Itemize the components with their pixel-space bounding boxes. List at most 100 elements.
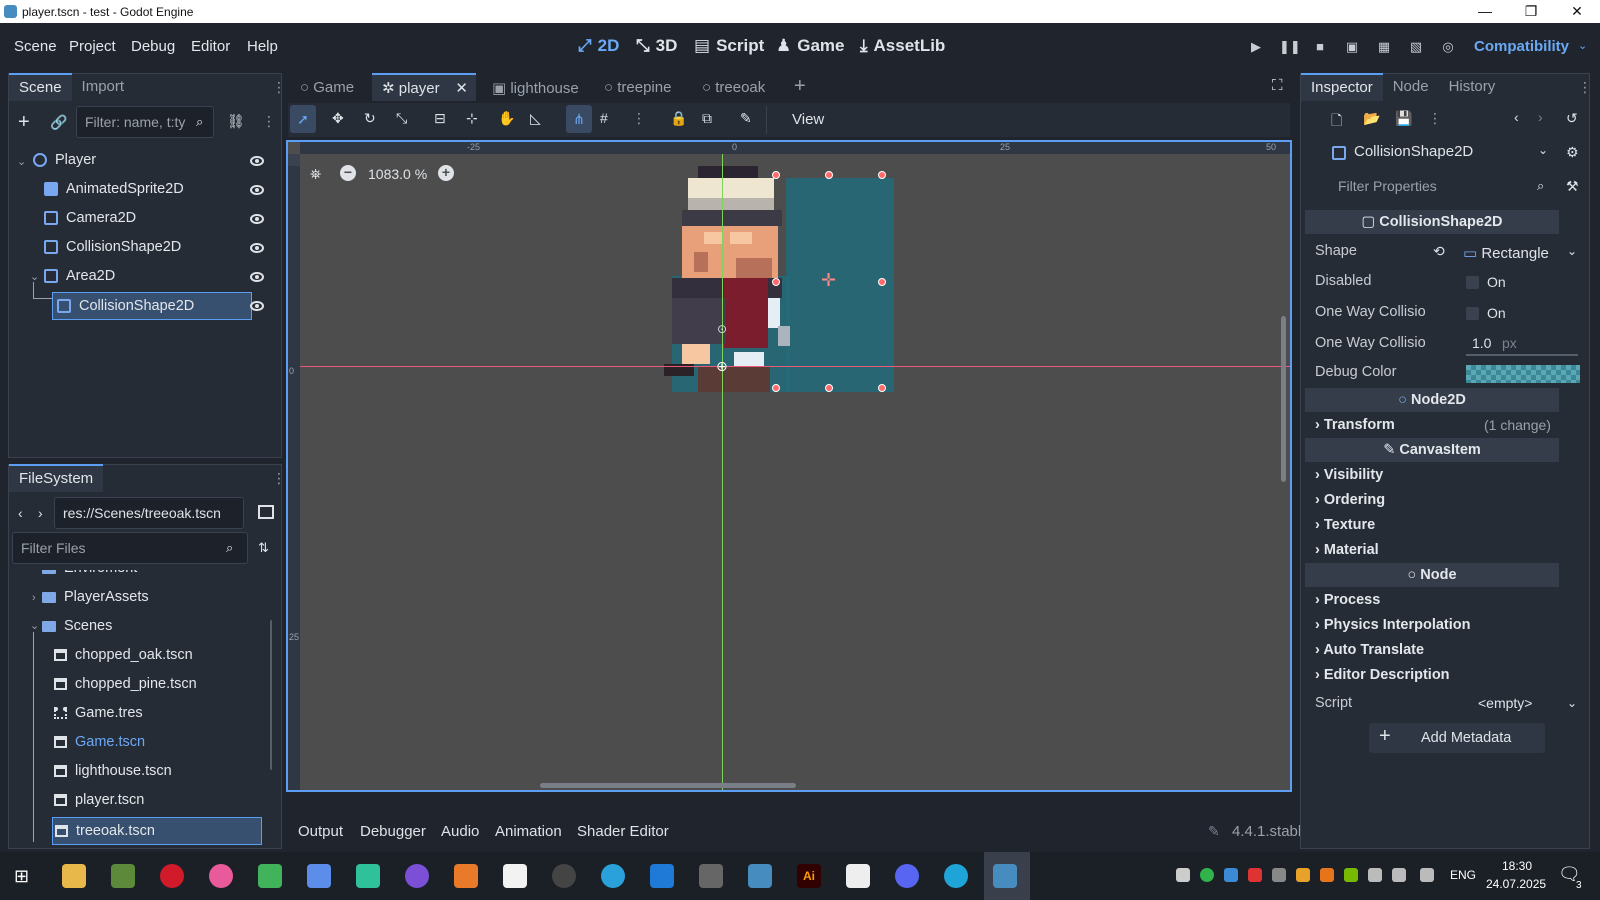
node-settings-icon[interactable]: ⚙ (1566, 144, 1579, 161)
tree-node-player[interactable]: Player (33, 146, 96, 174)
tab-debugger[interactable]: Debugger (360, 823, 426, 840)
save-resource-icon[interactable]: 💾 (1395, 110, 1412, 127)
krita-icon[interactable] (307, 864, 331, 888)
reset-icon[interactable]: ⟲ (1433, 243, 1445, 260)
grid-snap-icon[interactable]: # (600, 110, 608, 126)
discord-tray-icon[interactable] (1176, 868, 1190, 882)
minecraft-icon[interactable] (111, 864, 135, 888)
resize-handle[interactable] (878, 384, 886, 392)
app-icon[interactable] (209, 864, 233, 888)
qt-icon[interactable] (258, 864, 282, 888)
rotate-tool-icon[interactable]: ↻ (364, 110, 376, 127)
group-icon[interactable]: ⧉ (702, 110, 712, 127)
tree-node-collisionshape2d[interactable]: CollisionShape2D (44, 233, 181, 261)
nvidia-tray-icon[interactable] (1200, 868, 1214, 882)
discord-icon[interactable] (895, 864, 919, 888)
file-treeoak-selected[interactable]: treeoak.tscn (52, 817, 262, 845)
tree-node-camera2d[interactable]: Camera2D (44, 204, 136, 232)
scene-menu-icon[interactable]: ⋮ (262, 113, 276, 130)
margin-slider[interactable] (1466, 354, 1578, 356)
player-sprite[interactable] (664, 166, 790, 392)
resize-handle[interactable] (878, 278, 886, 286)
zoom-in-icon[interactable]: + (438, 165, 454, 181)
tray-icon[interactable] (1320, 868, 1334, 882)
file-filter-input[interactable]: Filter Files (12, 532, 248, 564)
folder-enviroment[interactable]: Enviroment (42, 570, 137, 582)
file-chopped-oak[interactable]: chopped_oak.tscn (54, 641, 193, 669)
viber-icon[interactable] (405, 864, 429, 888)
tab-player[interactable]: ✲ player ✕ (372, 73, 476, 101)
play-custom-scene-icon[interactable]: ▧ (1407, 38, 1425, 56)
selected-node-field[interactable]: CollisionShape2D ⌄ (1330, 140, 1570, 164)
split-view-icon[interactable] (258, 505, 274, 519)
minimize-button[interactable]: — (1462, 0, 1508, 23)
blender-icon[interactable] (454, 864, 478, 888)
tab-lighthouse[interactable]: ▣ lighthouse (492, 79, 579, 97)
area-collision-shape[interactable] (786, 178, 894, 392)
open-resource-icon[interactable]: 📂 (1363, 110, 1380, 127)
tree-node-area2d[interactable]: Area2D (44, 262, 115, 290)
obs-icon[interactable] (552, 864, 576, 888)
dock-menu-icon[interactable]: ⋮ (1578, 79, 1592, 96)
renderer-select[interactable]: Compatibility (1474, 38, 1569, 55)
resize-handle[interactable] (772, 171, 780, 179)
link-icon[interactable]: 🔗 (50, 114, 67, 131)
resize-handle[interactable] (825, 171, 833, 179)
resize-handle[interactable] (825, 384, 833, 392)
history-forward-icon[interactable]: › (1538, 109, 1543, 125)
group-process[interactable]: › Process (1315, 592, 1380, 608)
eye-icon[interactable] (250, 185, 264, 195)
zoom-level[interactable]: 1083.0 % (368, 166, 427, 182)
workspace-game[interactable]: ♟ Game (776, 36, 845, 56)
tree-node-collisionshape2d-selected[interactable]: CollisionShape2D (52, 292, 252, 320)
resize-handle[interactable] (878, 171, 886, 179)
tab-audio[interactable]: Audio (441, 823, 479, 840)
github-desktop-icon[interactable] (356, 864, 380, 888)
play-icon[interactable]: ▶ (1247, 38, 1265, 56)
edge-icon[interactable] (944, 864, 968, 888)
back-icon[interactable]: ‹ (18, 505, 23, 521)
group-transform[interactable]: › Transform (1315, 417, 1395, 433)
tab-animation[interactable]: Animation (495, 823, 562, 840)
scale-tool-icon[interactable]: ⤡ (396, 110, 407, 127)
instance-scene-icon[interactable]: ⛓ (227, 113, 245, 130)
file-explorer-icon[interactable] (62, 864, 86, 888)
clock-time[interactable]: 18:30 (1502, 859, 1532, 873)
chevron-down-icon[interactable]: ⌄ (30, 619, 39, 632)
file-chopped-pine[interactable]: chopped_pine.tscn (54, 670, 197, 698)
add-node-icon[interactable]: + (18, 111, 30, 134)
menu-project[interactable]: Project (69, 38, 116, 55)
center-view-icon[interactable]: ⛯ (310, 166, 321, 183)
eye-icon[interactable] (250, 272, 264, 282)
tree-node-animatedsprite[interactable]: AnimatedSprite2D (44, 175, 184, 203)
script-value[interactable]: <empty> (1478, 695, 1532, 711)
godot-running-icon[interactable] (993, 864, 1017, 888)
chevron-right-icon[interactable]: › (32, 592, 36, 604)
tab-shader-editor[interactable]: Shader Editor (577, 823, 669, 840)
eye-icon[interactable] (250, 214, 264, 224)
group-material[interactable]: › Material (1315, 542, 1379, 558)
skeleton-icon[interactable]: ✎ (740, 110, 752, 127)
telegram-icon[interactable] (601, 864, 625, 888)
file-game-tscn[interactable]: Game.tscn (54, 728, 145, 756)
godot-icon[interactable] (748, 864, 772, 888)
menu-scene[interactable]: Scene (14, 38, 57, 55)
workspace-assetlib[interactable]: ⤓ AssetLib (860, 36, 945, 56)
workspace-3d[interactable]: ⤡ 3D (636, 36, 677, 56)
move-tool-icon[interactable]: ✥ (332, 110, 344, 127)
shape-value[interactable]: ▭ Rectangle (1463, 244, 1549, 262)
pan-tool-icon[interactable]: ✋ (498, 110, 515, 127)
resize-handle[interactable] (772, 384, 780, 392)
clock-date[interactable]: 24.07.2025 (1486, 877, 1546, 891)
folder-playerassets[interactable]: PlayerAssets (42, 583, 149, 611)
chevron-down-icon[interactable]: ⌄ (1567, 696, 1577, 710)
file-game-tres[interactable]: Game.tres (54, 699, 143, 727)
language-indicator[interactable]: ENG (1450, 868, 1476, 882)
eye-icon[interactable] (250, 156, 264, 166)
move-handle-icon[interactable]: ✛ (821, 270, 836, 291)
measure-tool-icon[interactable]: ◺ (530, 110, 541, 127)
search-tray-icon[interactable] (1296, 868, 1310, 882)
tab-history[interactable]: History (1439, 73, 1506, 101)
group-texture[interactable]: › Texture (1315, 517, 1375, 533)
tab-output[interactable]: Output (298, 823, 343, 840)
